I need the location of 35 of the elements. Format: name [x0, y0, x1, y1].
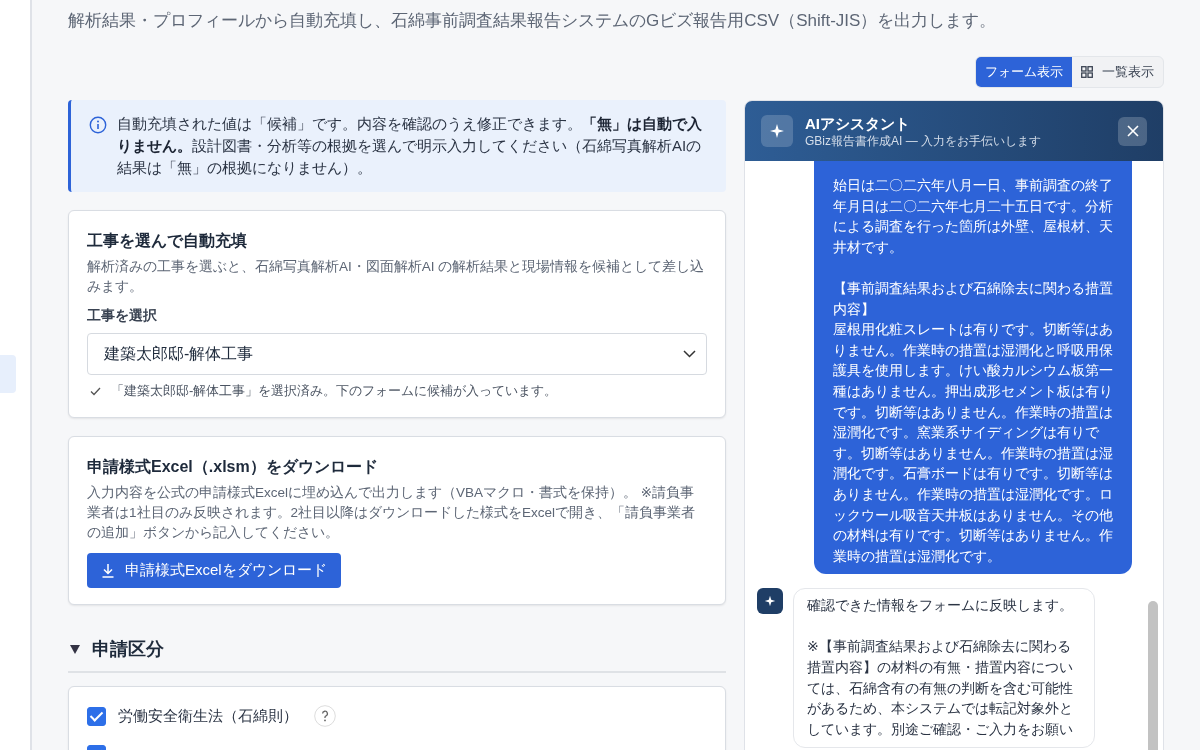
section-title: 申請区分 [92, 638, 164, 661]
card-title: 申請様式Excel（.xlsm）をダウンロード [87, 457, 379, 477]
card-description: 入力内容を公式の申請様式Excelに埋め込んで出力します（VBAマクロ・書式を保持）。 ※請負事業者は1社目のみ反映されます。2社目以降はダウンロードした様式をExcelで開き、「請負事業者の追加」ボタンから記入してください。 [87, 484, 697, 542]
view-tab[interactable]: 一覧表示 [1072, 57, 1163, 87]
message-text: 始日は二〇二六年八月一日、事前調査の終了年月日は二〇二六年七月二十五日です。分析による調査を行った箇所は外壁、屋根材、天井材です。 [833, 176, 1113, 257]
check-icon [90, 386, 101, 396]
download-button[interactable]: 申請様式Excelをダウンロード [87, 553, 341, 588]
message-text: 屋根用化粧スレートは有りです。切断等はありません。作業時の措置は湿潤化と呼吸用保護具を使用します。けい酸カルシウム板第一種はありません。押出成形セメント板は有りです。切断等はありません。作業時の措置は湿潤化です。窯業系サイディングは有りです。切断等はありません。作業時の措置は湿潤化です。石膏ボードは有りです。切断等はありません。作業時の措置は湿潤化です。ロックウール吸音天井板はありません。その他の材料は有りです。切断等はありません。作業時の措置は湿潤化です。 [833, 320, 1113, 566]
scrollbar-thumb[interactable] [1148, 601, 1158, 750]
field-label: 工事を選択 [87, 307, 158, 325]
view-tab[interactable]: フォーム表示 [976, 57, 1072, 87]
card-description: 解析済みの工事を選ぶと、石綿写真解析AI・図面解析AI の解析結果と現場情報を候補として差し込みます。 [87, 258, 706, 296]
assistant-avatar [757, 588, 783, 615]
page-description: 解析結果・プロフィールから自動充填し、石綿事前調査結果報告システムのGビズ報告用CSV（Shift-JIS）を出力します。 [68, 10, 998, 32]
grid-icon [1081, 66, 1093, 78]
message-text: 確認できた情報をフォームに反映します。 [807, 596, 1074, 616]
info-icon [89, 116, 107, 134]
sparkle-icon [761, 115, 793, 147]
section-header[interactable]: 申請区分 [68, 623, 726, 673]
triangle-icon [70, 644, 80, 654]
card-title: 工事を選んで自動充填 [87, 231, 248, 251]
assistant-subtitle: GBiz報告書作成AI — 入力をお手伝いします [805, 132, 1042, 149]
chevron-down-icon [683, 350, 696, 358]
checkbox[interactable] [87, 706, 106, 726]
close-button[interactable] [1118, 116, 1147, 146]
message-text: ※【事前調査結果および石綿除去に関わる措置内容】の材料の有無・措置内容については、石綿含有の有無の判断を含む可能性があるため、本システムでは転記対象外としています。別途ご確認・ご入力をお願い [807, 637, 1074, 739]
download-icon [101, 563, 115, 578]
assistant-title: AIアシスタント [805, 113, 911, 133]
checkbox-label: 労働安全衛生法（石綿則） [118, 706, 298, 726]
message-text: 【事前調査結果および石綿除去に関わる措置内容】 [833, 278, 1113, 319]
notice-text: 自動充填された値は「候補」です。内容を確認のうえ修正できます。「無」は自動で入りません。設計図書・分析等の根拠を選んで明示入力してください（石綿写真解析AIの結果は「無」の根拠になりません）。 [117, 114, 703, 178]
close-icon [1126, 125, 1139, 137]
status-text: 「建築太郎邸-解体工事」を選択済み。下のフォームに候補が入っています。 [111, 382, 558, 400]
help-icon[interactable] [314, 705, 336, 727]
select-field[interactable]: 建築太郎邸-解体工事 [87, 333, 707, 375]
